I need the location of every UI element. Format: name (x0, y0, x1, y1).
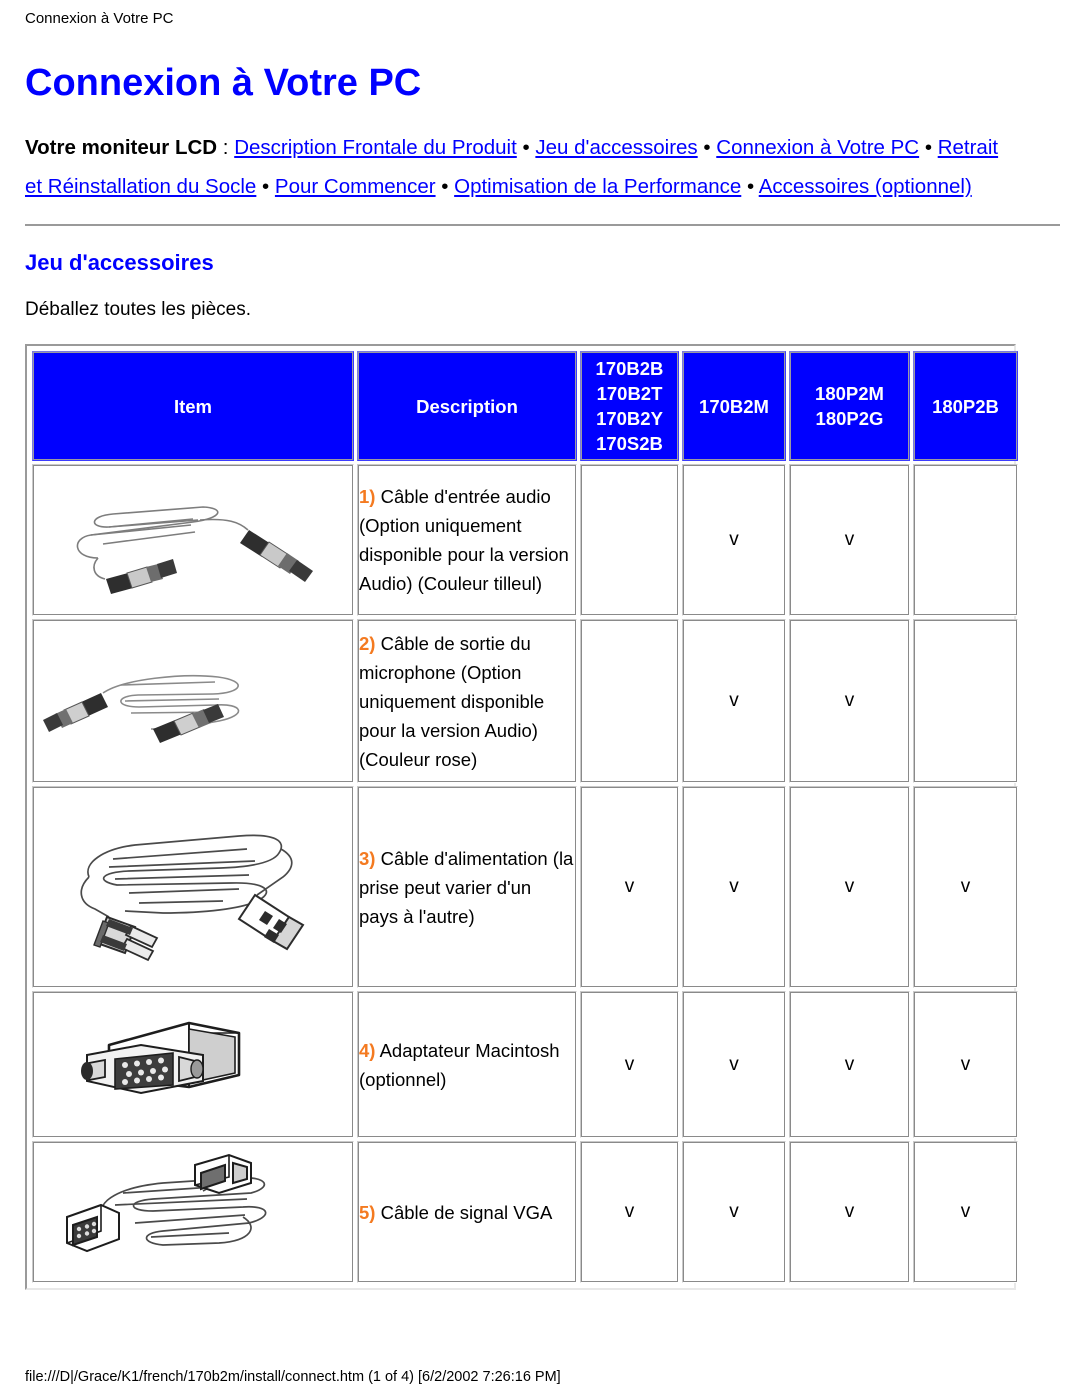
print-footer-url: file:///D|/Grace/K1/french/170b2m/instal… (25, 1369, 561, 1385)
table-row: 3) Câble d'alimentation (la prise peut v… (32, 786, 1018, 988)
nav-separator: • (697, 136, 717, 159)
item-description-cell: 5) Câble de signal VGA (357, 1141, 577, 1283)
item-description-cell: 4) Adaptateur Macintosh (optionnel) (357, 991, 577, 1138)
accessories-table: Item Description 170B2B 170B2T 170B2Y 17… (29, 348, 1021, 1286)
availability-cell-180p2m: v (789, 1141, 910, 1283)
availability-cell-180p2m: v (789, 991, 910, 1138)
model-list-170b2b: 170B2B 170B2T 170B2Y 170S2B (582, 356, 677, 456)
vga-signal-cable-icon (66, 1153, 267, 1253)
availability-cell-170b2m: v (682, 464, 786, 616)
item-description-cell: 1) Câble d'entrée audio (Option uniqueme… (357, 464, 577, 616)
model-170b2m: 170B2M (699, 395, 769, 417)
availability-cell-170b2b: v (580, 1141, 679, 1283)
item-number: 3) (359, 847, 376, 869)
item-image-cell (32, 786, 354, 988)
column-header-item: Item (32, 351, 354, 461)
section-heading: Jeu d'accessoires (25, 250, 214, 275)
item-number: 1) (359, 486, 376, 507)
model-170s2b: 170S2B (596, 433, 663, 454)
column-header-170b2b-group: 170B2B 170B2T 170B2Y 170S2B (580, 351, 679, 461)
availability-cell-180p2m: v (789, 619, 910, 783)
column-header-170b2m: 170B2M (682, 351, 786, 461)
availability-cell-180p2b (913, 464, 1018, 616)
item-number: 2) (359, 632, 376, 654)
power-cable-icon (80, 834, 305, 961)
availability-cell-180p2b (913, 619, 1018, 783)
nav-link-pour-commencer[interactable]: Pour Commencer (275, 175, 436, 198)
column-header-description-label: Description (416, 395, 518, 417)
item-description-text: Câble d'entrée audio (Option uniquement … (359, 486, 569, 594)
nav-lead-label: Votre moniteur LCD (25, 136, 218, 159)
nav-link-connexion-votre-pc[interactable]: Connexion à Votre PC (716, 136, 919, 159)
availability-cell-180p2m: v (789, 464, 910, 616)
item-image-cell (32, 464, 354, 616)
item-description-text: Adaptateur Macintosh (optionnel) (359, 1039, 560, 1090)
macintosh-adapter-icon (81, 1021, 241, 1094)
nav-separator: • (919, 136, 938, 159)
column-header-item-label: Item (173, 395, 213, 417)
availability-cell-180p2b: v (913, 1141, 1018, 1283)
availability-cell-180p2b: v (913, 786, 1018, 988)
model-180p2g: 180P2G (815, 408, 884, 429)
model-list-180p2m: 180P2M 180P2G (791, 381, 908, 431)
item-description-cell: 2) Câble de sortie du microphone (Option… (357, 619, 577, 783)
accessories-table-container: Item Description 170B2B 170B2T 170B2Y 17… (25, 344, 1018, 1290)
item-image-cell (32, 619, 354, 783)
nav-link-accessoires-optionnel[interactable]: Accessoires (optionnel) (759, 175, 972, 198)
section-intro-text: Déballez toutes les pièces. (25, 299, 252, 320)
column-header-description: Description (357, 351, 577, 461)
model-list-170b2m: 170B2M (684, 394, 784, 419)
item-description-text: Câble de sortie du microphone (Option un… (359, 632, 545, 770)
document-content: Connexion à Votre PC Votre moniteur LCD … (25, 60, 1060, 1290)
model-180p2b: 180P2B (932, 395, 999, 417)
availability-cell-170b2m: v (682, 619, 786, 783)
breadcrumb-nav: Votre moniteur LCD : Description Frontal… (25, 128, 1010, 206)
availability-cell-180p2m: v (789, 786, 910, 988)
column-header-180p2b: 180P2B (913, 351, 1018, 461)
nav-separator: • (741, 175, 759, 198)
page-title: Connexion à Votre PC (25, 62, 422, 104)
model-170b2b: 170B2B (595, 358, 664, 379)
availability-cell-170b2m: v (682, 991, 786, 1138)
availability-cell-170b2b: v (580, 786, 679, 988)
table-row: 5) Câble de signal VGA v v v v (32, 1141, 1018, 1283)
microphone-output-cable-icon (43, 674, 240, 743)
nav-link-jeu-daccessoires[interactable]: Jeu d'accessoires (535, 136, 697, 159)
table-row: 1) Câble d'entrée audio (Option uniqueme… (32, 464, 1018, 616)
nav-separator: • (256, 175, 275, 198)
item-number: 5) (359, 1201, 376, 1223)
availability-cell-170b2m: v (682, 1141, 786, 1283)
column-header-180p2m-group: 180P2M 180P2G (789, 351, 910, 461)
model-180p2m: 180P2M (815, 383, 884, 404)
model-list-180p2b: 180P2B (915, 394, 1016, 419)
nav-separator: • (435, 175, 455, 198)
horizontal-divider (25, 224, 1060, 228)
model-170b2y: 170B2Y (596, 408, 663, 429)
item-image-cell (32, 1141, 354, 1283)
availability-cell-170b2b (580, 464, 679, 616)
availability-cell-170b2b (580, 619, 679, 783)
table-row: 2) Câble de sortie du microphone (Option… (32, 619, 1018, 783)
nav-colon: : (217, 136, 235, 159)
nav-link-optimisation-performance[interactable]: Optimisation de la Performance (454, 175, 741, 198)
item-description-text: Câble de signal VGA (375, 1201, 553, 1223)
nav-separator: • (516, 136, 536, 159)
audio-input-cable-icon (76, 506, 313, 594)
availability-cell-170b2m: v (682, 786, 786, 988)
nav-link-description-frontale[interactable]: Description Frontale du Produit (234, 136, 517, 159)
availability-cell-180p2b: v (913, 991, 1018, 1138)
item-description-cell: 3) Câble d'alimentation (la prise peut v… (357, 786, 577, 988)
table-row: 4) Adaptateur Macintosh (optionnel) v v … (32, 991, 1018, 1138)
item-number: 4) (359, 1039, 376, 1061)
item-image-cell (32, 991, 354, 1138)
print-breadcrumb: Connexion à Votre PC (25, 10, 174, 27)
table-header-row: Item Description 170B2B 170B2T 170B2Y 17… (32, 351, 1018, 461)
item-description-text: Câble d'alimentation (la prise peut vari… (359, 847, 574, 927)
availability-cell-170b2b: v (580, 991, 679, 1138)
model-170b2t: 170B2T (596, 383, 663, 404)
